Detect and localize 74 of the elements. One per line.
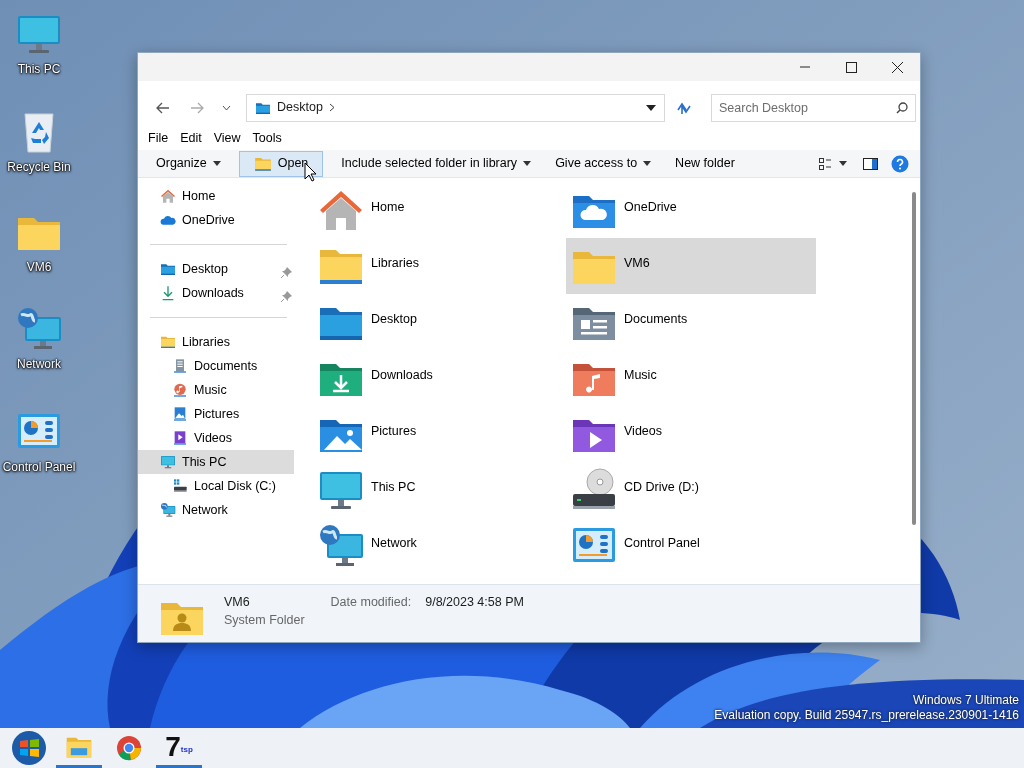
folder-item[interactable]: Control Panel [566, 518, 816, 574]
dropdown-icon [646, 104, 656, 111]
help-icon [891, 154, 909, 173]
chevron-right-icon [328, 103, 335, 112]
nav-item[interactable]: Documents [138, 354, 294, 378]
music-icon [172, 382, 188, 398]
folder-item[interactable]: Libraries [313, 238, 563, 294]
forward-arrow-icon [190, 101, 204, 114]
toolbar-button[interactable]: Organize [144, 150, 233, 177]
folder-item[interactable]: Home [313, 182, 563, 238]
network-icon [160, 502, 176, 518]
caret-icon [523, 161, 532, 166]
back-arrow-icon [156, 101, 170, 114]
close-icon [891, 61, 903, 73]
nav-item[interactable]: OneDrive [138, 208, 294, 232]
folder-item[interactable]: This PC [313, 462, 563, 518]
item-name: VM6 [224, 594, 251, 611]
menu-item[interactable]: File [142, 129, 175, 148]
maximize-icon [845, 61, 857, 73]
folder-item[interactable]: OneDrive [566, 182, 816, 238]
nav-item[interactable]: Home [138, 184, 294, 208]
toolbar-button[interactable]: Include selected folder in library [329, 150, 544, 177]
folder-item[interactable]: Desktop [313, 294, 563, 350]
refresh-icon [676, 100, 692, 115]
folder-item[interactable]: Music [566, 350, 816, 406]
folder-item[interactable]: CD Drive (D:) [566, 462, 816, 518]
caret-icon [212, 161, 221, 166]
document-icon [172, 358, 188, 374]
nav-item[interactable]: Local Disk (C:) [138, 474, 294, 498]
search-icon [896, 101, 908, 114]
picture-icon [172, 406, 188, 422]
home-icon [160, 188, 176, 204]
watermark-text: Evaluation copy. Build 25947.rs_prerelease.230901-1416 [714, 708, 1019, 723]
nav-item[interactable]: This PC [138, 450, 294, 474]
download-icon [160, 285, 176, 301]
start-orb-icon [11, 730, 47, 766]
folder-item[interactable]: Videos [566, 406, 816, 462]
nav-item[interactable]: Network [138, 498, 294, 522]
folder-item[interactable]: Downloads [313, 350, 563, 406]
toolbar-button[interactable]: New folder [663, 150, 747, 177]
address-field[interactable]: Desktop [246, 93, 665, 122]
date-label: Date modified: [330, 594, 412, 611]
preview-pane-icon [862, 157, 878, 170]
folder-item[interactable]: Pictures [313, 406, 563, 462]
video-icon [172, 430, 188, 446]
chevron-down-icon [221, 104, 231, 111]
pin-icon [281, 291, 292, 303]
watermark-text: Windows 7 Ultimate [911, 693, 1019, 708]
folder-item[interactable]: VM6 [566, 238, 816, 294]
nav-item[interactable]: Downloads [138, 281, 294, 305]
nav-item[interactable]: Pictures [138, 402, 294, 426]
menu-item[interactable]: View [207, 129, 247, 148]
pin-icon [281, 267, 292, 279]
toolbar-button[interactable]: Give access to [543, 150, 664, 177]
menu-item[interactable]: Edit [174, 129, 208, 148]
menu-item[interactable]: Tools [246, 129, 288, 148]
caret-icon [643, 161, 652, 166]
nav-item[interactable]: Music [138, 378, 294, 402]
date-value: 9/8/2023 4:58 PM [425, 594, 524, 611]
folder-icon [160, 334, 176, 350]
search-field[interactable]: Search Desktop [711, 93, 916, 122]
scrollbar[interactable] [912, 192, 916, 525]
folder-item[interactable]: Network [313, 518, 563, 574]
taskbar-app[interactable]: 7tsp [156, 728, 202, 768]
folder-item[interactable]: Documents [566, 294, 816, 350]
chrome-icon [116, 735, 142, 761]
monitor-icon [160, 454, 176, 470]
nav-item[interactable]: Libraries [138, 330, 294, 354]
item-type: System Folder [224, 612, 305, 629]
nav-item[interactable]: Desktop [138, 257, 294, 281]
view-icon [819, 157, 831, 170]
nav-item[interactable]: Videos [138, 426, 294, 450]
drive-icon [172, 478, 188, 494]
desktop-folder-icon [160, 261, 176, 277]
